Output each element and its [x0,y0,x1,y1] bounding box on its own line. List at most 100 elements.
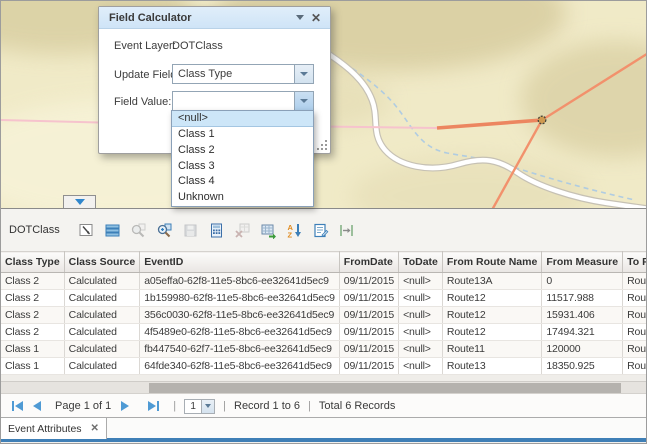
table-row[interactable]: Class 2Calculated356c0030-62f8-11e5-8bc6… [1,307,647,324]
horizontal-scrollbar[interactable] [1,381,647,393]
field-value-dropdown-button[interactable] [294,92,313,110]
table-cell[interactable]: Route12 [442,307,541,324]
table-cell[interactable]: Route12 [623,307,647,324]
table-cell[interactable]: <null> [399,290,443,307]
append-records-icon[interactable] [258,219,280,241]
table-cell[interactable]: Route12 [623,290,647,307]
table-cell[interactable]: 09/11/2015 [339,273,398,290]
table-cell[interactable]: <null> [399,307,443,324]
dialog-close-button[interactable]: ✕ [308,10,324,26]
show-selected-records-icon[interactable] [102,219,124,241]
sort-icon[interactable]: AZ [284,219,306,241]
table-row[interactable]: Class 2Calculateda05effa0-62f8-11e5-8bc6… [1,273,647,290]
column-header-to-route-name[interactable]: To Route Name [623,252,647,273]
table-cell[interactable]: 17494.321 [542,324,623,341]
table-cell[interactable]: 4f5489e0-62f8-11e5-8bc6-ee32641d5ec9 [140,324,340,341]
field-calculator-icon[interactable] [206,219,228,241]
table-cell[interactable]: 11517.988 [542,290,623,307]
table-cell[interactable]: 09/11/2015 [339,341,398,358]
table-cell[interactable]: 1b159980-62f8-11e5-8bc6-ee32641d5ec9 [140,290,340,307]
previous-page-button[interactable] [29,398,45,414]
table-cell[interactable]: Class 2 [1,290,64,307]
update-field-select[interactable]: Class Type [172,64,314,84]
attribute-table-panel: DOTClass AZ Class TypeClass SourceEventI… [1,208,647,417]
chevron-down-icon [205,404,211,408]
fit-column-width-icon[interactable] [336,219,358,241]
column-header-class-type[interactable]: Class Type [1,252,64,273]
table-cell[interactable]: <null> [399,324,443,341]
select-features-icon[interactable] [76,219,98,241]
table-cell[interactable]: Class 2 [1,324,64,341]
table-cell[interactable]: 120000 [542,341,623,358]
table-cell[interactable]: 18350.925 [542,358,623,375]
column-header-eventid[interactable]: EventID [140,252,340,273]
table-cell[interactable]: fb447540-62f7-11e5-8bc6-ee32641d5ec9 [140,341,340,358]
table-cell[interactable]: Route13 [623,358,647,375]
table-cell[interactable]: <null> [399,273,443,290]
last-page-button[interactable] [145,398,161,414]
first-page-button[interactable] [9,398,25,414]
table-row[interactable]: Class 1Calculated64fde340-62f8-11e5-8bc6… [1,358,647,375]
table-cell[interactable]: Route12 [442,290,541,307]
table-row[interactable]: Class 1Calculatedfb447540-62f7-11e5-8bc6… [1,341,647,358]
dialog-menu-button[interactable] [292,10,308,26]
table-cell[interactable]: a05effa0-62f8-11e5-8bc6-ee32641d5ec9 [140,273,340,290]
next-page-button[interactable] [117,398,133,414]
table-cell[interactable]: 09/11/2015 [339,358,398,375]
table-cell[interactable]: 15931.406 [542,307,623,324]
table-cell[interactable]: Calculated [64,358,140,375]
table-cell[interactable]: 356c0030-62f8-11e5-8bc6-ee32641d5ec9 [140,307,340,324]
dropdown-option[interactable]: <null> [172,111,313,127]
column-header-fromdate[interactable]: FromDate [339,252,398,273]
table-row[interactable]: Class 2Calculated4f5489e0-62f8-11e5-8bc6… [1,324,647,341]
column-header-from-measure[interactable]: From Measure [542,252,623,273]
table-cell[interactable]: 09/11/2015 [339,307,398,324]
table-cell[interactable]: Calculated [64,341,140,358]
table-row[interactable]: Class 2Calculated1b159980-62f8-11e5-8bc6… [1,290,647,307]
table-cell[interactable]: 09/11/2015 [339,290,398,307]
dropdown-option[interactable]: Unknown [172,190,313,206]
page-number-dropdown-button[interactable] [202,399,215,414]
dropdown-option[interactable]: Class 2 [172,143,313,159]
table-cell[interactable]: Route11 [442,341,541,358]
table-cell[interactable]: 64fde340-62f8-11e5-8bc6-ee32641d5ec9 [140,358,340,375]
table-cell[interactable]: Calculated [64,273,140,290]
dropdown-option[interactable]: Class 4 [172,174,313,190]
table-cell[interactable]: Calculated [64,290,140,307]
chevron-down-icon [300,72,308,76]
table-cell[interactable]: Calculated [64,307,140,324]
table-cell[interactable]: Route13 [623,324,647,341]
table-cell[interactable]: 09/11/2015 [339,324,398,341]
dropdown-option[interactable]: Class 3 [172,159,313,175]
tab-close-icon[interactable]: ✕ [91,423,99,434]
dropdown-option[interactable]: Class 1 [172,127,313,143]
column-header-from-route-name[interactable]: From Route Name [442,252,541,273]
dialog-title-bar[interactable]: Field Calculator ✕ [99,7,330,29]
column-header-class-source[interactable]: Class Source [64,252,140,273]
table-cell[interactable]: Calculated [64,324,140,341]
table-cell[interactable]: 0 [542,273,623,290]
table-cell[interactable]: Route12 [442,324,541,341]
table-cell[interactable]: Class 2 [1,307,64,324]
table-cell[interactable]: Route13 [442,358,541,375]
table-cell[interactable]: <null> [399,358,443,375]
collapse-table-panel-button[interactable] [63,195,96,208]
zoom-to-data-extent-icon[interactable] [154,219,176,241]
update-field-dropdown-button[interactable] [294,65,313,83]
chevron-down-icon [296,15,304,20]
table-cell[interactable]: Class 2 [1,273,64,290]
table-cell[interactable]: Route12 [623,341,647,358]
dialog-resize-grip[interactable] [317,140,327,150]
scrollbar-thumb[interactable] [149,383,621,393]
attribute-grid: Class TypeClass SourceEventIDFromDateToD… [1,251,647,381]
table-cell[interactable]: Route13A [623,273,647,290]
tab-event-attributes[interactable]: Event Attributes ✕ [1,418,107,439]
table-cell[interactable]: <null> [399,341,443,358]
table-cell[interactable]: Route13A [442,273,541,290]
attribute-view-icon[interactable] [310,219,332,241]
page-number-input[interactable]: 1 [184,399,202,414]
table-cell[interactable]: Class 1 [1,341,64,358]
column-header-todate[interactable]: ToDate [399,252,443,273]
field-value-select[interactable] [172,91,314,111]
table-cell[interactable]: Class 1 [1,358,64,375]
